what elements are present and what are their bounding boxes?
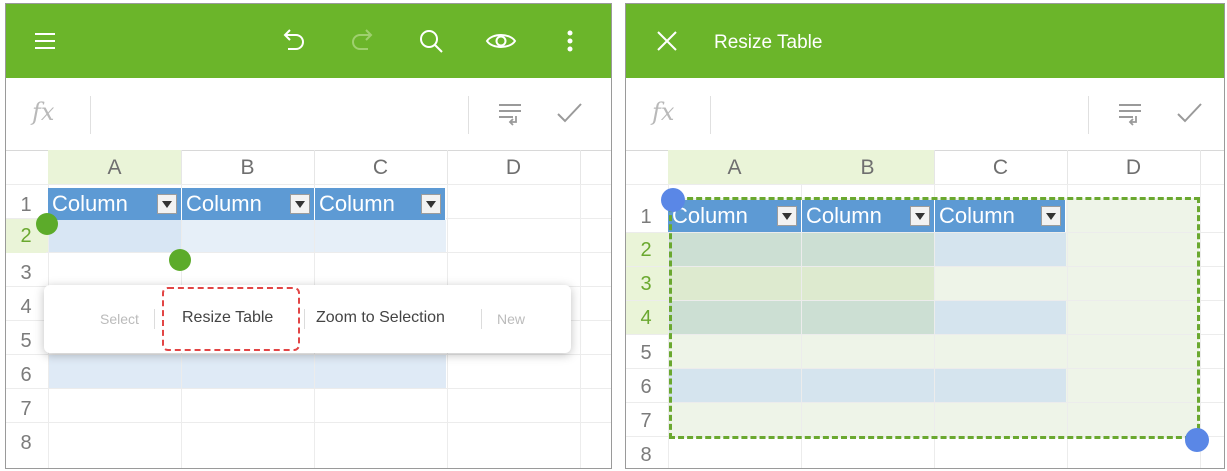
table-header-cell[interactable]: Column xyxy=(315,188,446,220)
resize-table-outline[interactable] xyxy=(669,197,1200,439)
row-header-5[interactable]: 5 xyxy=(626,342,666,365)
fx-label: fx xyxy=(32,98,55,126)
toolbar-title: Resize Table xyxy=(714,32,823,53)
column-header-d[interactable]: D xyxy=(1067,150,1201,184)
divider xyxy=(468,96,469,134)
dropdown-arrow-icon[interactable] xyxy=(290,194,310,214)
column-header-c[interactable]: C xyxy=(314,150,448,184)
row-header-1[interactable]: 1 xyxy=(6,194,46,217)
undo-icon[interactable] xyxy=(276,24,310,58)
column-header-b[interactable]: B xyxy=(181,150,315,184)
eye-icon[interactable] xyxy=(484,24,518,58)
formula-bar: fx xyxy=(626,78,1224,151)
selection-handle-end[interactable] xyxy=(169,249,191,271)
row-header-7[interactable]: 7 xyxy=(6,398,46,421)
fx-label: fx xyxy=(652,98,675,126)
search-icon[interactable] xyxy=(414,24,448,58)
divider xyxy=(481,309,482,329)
redo-icon[interactable] xyxy=(346,24,380,58)
row-header-7[interactable]: 7 xyxy=(626,410,666,433)
divider xyxy=(1200,184,1201,468)
divider xyxy=(6,354,611,355)
column-header-a[interactable]: A xyxy=(668,150,802,184)
spreadsheet-grid: A B C D 1 2 3 4 5 6 7 8 Column Column Co… xyxy=(626,150,1224,468)
row-header-3[interactable]: 3 xyxy=(6,262,46,285)
row-header-4[interactable]: 4 xyxy=(6,296,46,319)
divider xyxy=(580,184,581,468)
row-header-8[interactable]: 8 xyxy=(626,444,666,467)
row-header-6[interactable]: 6 xyxy=(626,376,666,399)
row-header-5[interactable]: 5 xyxy=(6,330,46,353)
column-header-a[interactable]: A xyxy=(48,150,182,184)
divider xyxy=(626,184,1224,185)
context-menu: Select Resize Table Zoom to Selection Ne… xyxy=(44,285,571,353)
resize-handle-bottom-right[interactable] xyxy=(1185,428,1209,452)
row-header-1[interactable]: 1 xyxy=(626,206,666,229)
main-toolbar xyxy=(6,4,611,78)
table-header-label: Column xyxy=(52,191,128,216)
menu-item-new[interactable]: New xyxy=(497,311,525,327)
table-header-label: Column xyxy=(319,191,395,216)
column-header-c[interactable]: C xyxy=(934,150,1068,184)
table-header-label: Column xyxy=(186,191,262,216)
divider xyxy=(710,96,711,134)
divider xyxy=(6,184,611,185)
divider xyxy=(6,252,611,253)
close-icon[interactable] xyxy=(650,24,684,58)
menu-item-zoom-to-selection[interactable]: Zoom to Selection xyxy=(316,309,445,327)
row-header-4[interactable]: 4 xyxy=(626,307,666,330)
table-header-cell[interactable]: Column xyxy=(182,188,315,220)
left-panel: fx A B C D 1 2 3 4 5 6 7 8 Column Column… xyxy=(5,3,612,469)
resize-table-toolbar: Resize Table xyxy=(626,4,1224,78)
checkmark-icon[interactable] xyxy=(1174,98,1208,132)
formula-bar: fx xyxy=(6,78,611,151)
divider xyxy=(6,422,611,423)
column-header-b[interactable]: B xyxy=(801,150,935,184)
wrap-text-icon[interactable] xyxy=(1116,98,1150,132)
row-header-3[interactable]: 3 xyxy=(626,273,666,296)
hamburger-menu-icon[interactable] xyxy=(28,24,62,58)
table-row-band xyxy=(48,354,446,388)
divider xyxy=(154,309,155,329)
more-vertical-icon[interactable] xyxy=(553,24,587,58)
checkmark-icon[interactable] xyxy=(554,98,588,132)
selected-cell xyxy=(48,218,181,252)
divider xyxy=(90,96,91,134)
divider xyxy=(6,388,611,389)
table-header-cell[interactable]: Column xyxy=(48,188,182,220)
wrap-text-icon[interactable] xyxy=(496,98,530,132)
row-header-6[interactable]: 6 xyxy=(6,364,46,387)
row-header-2[interactable]: 2 xyxy=(626,239,666,262)
divider xyxy=(1088,96,1089,134)
menu-item-select[interactable]: Select xyxy=(100,311,139,327)
column-header-d[interactable]: D xyxy=(447,150,581,184)
dropdown-arrow-icon[interactable] xyxy=(421,194,441,214)
right-panel: Resize Table fx A B C D 1 2 3 4 5 6 7 8 … xyxy=(625,3,1225,469)
resize-handle-top-left[interactable] xyxy=(661,188,685,212)
selection-handle-start[interactable] xyxy=(36,213,58,235)
dropdown-arrow-icon[interactable] xyxy=(157,194,177,214)
highlight-annotation xyxy=(162,287,300,351)
row-header-8[interactable]: 8 xyxy=(6,432,46,455)
divider xyxy=(304,309,305,329)
